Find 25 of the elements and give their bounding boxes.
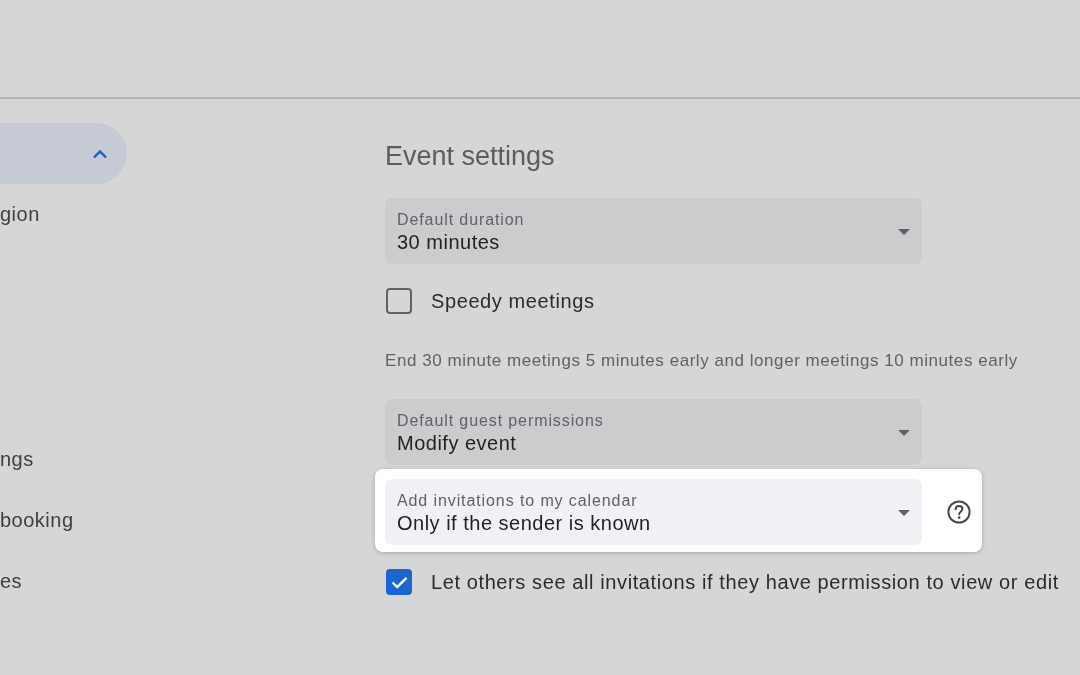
dropdown[interactable]: Add invitations to my calendar Only if the sender is known [385,479,922,545]
nav-item[interactable]: gion [0,184,40,245]
field-label: Add invitations to my calendar [397,490,638,511]
caret-down-icon [898,430,910,436]
chevron-up-icon [92,148,108,159]
caret-down-icon [898,229,910,235]
field-value: Only if the sender is known [397,510,651,536]
nav-item[interactable]: booking [0,490,74,551]
dropdown[interactable]: Default guest permissions Modify event [385,399,922,465]
hint-text: End 30 minute meetings 5 minutes early and longer meetings 10 minutes early [385,351,1018,371]
help-icon[interactable] [947,500,971,524]
field-label: Default guest permissions [397,410,604,431]
field-value: 30 minutes [397,229,500,255]
section-title: Event settings [385,140,555,173]
caret-down-icon [898,510,910,516]
checkbox-label: Let others see all invitations if they have permission to view or edit [431,570,1059,594]
nav-item[interactable]: ngs [0,429,34,490]
checkmark-icon [390,575,408,589]
field-label: Default duration [397,209,525,230]
checkbox[interactable] [386,288,412,314]
checkbox-label: Speedy meetings [431,289,595,313]
dropdown[interactable]: Default duration 30 minutes [385,198,922,264]
checkbox[interactable] [386,569,412,595]
field-value: Modify event [397,430,517,456]
nav-item[interactable]: es [0,551,23,612]
